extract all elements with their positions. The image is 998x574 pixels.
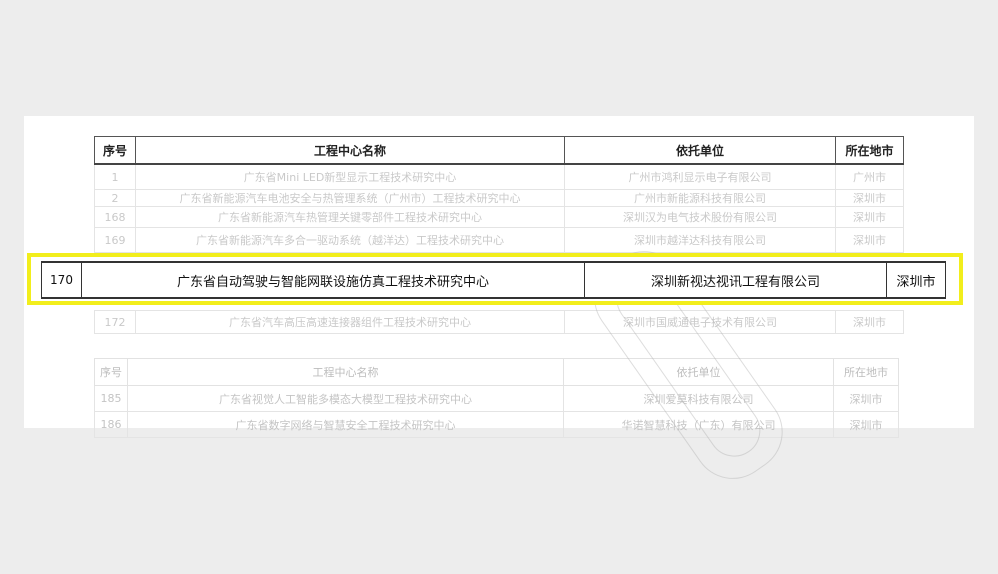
cell-city: 广州市 — [835, 163, 904, 190]
cell-name: 广东省汽车高压高速连接器组件工程技术研究中心 — [135, 310, 565, 334]
highlighted-row-box: 170 广东省自动驾驶与智能网联设施仿真工程技术研究中心 深圳新视达视讯工程有限… — [27, 253, 963, 305]
header-unit: 依托单位 — [564, 136, 836, 165]
cell-no: 185 — [94, 385, 128, 412]
cell-city: 深圳市 — [833, 385, 899, 412]
cell-name: 广东省新能源汽车多合一驱动系统（越洋达）工程技术研究中心 — [135, 227, 565, 253]
header-city: 所在地市 — [833, 358, 899, 386]
table-row: 169 广东省新能源汽车多合一驱动系统（越洋达）工程技术研究中心 深圳市越洋达科… — [94, 227, 904, 253]
cell-name: 广东省Mini LED新型显示工程技术研究中心 — [135, 163, 565, 190]
cell-unit: 深圳汉为电气技术股份有限公司 — [564, 206, 836, 228]
cell-name: 广东省自动驾驶与智能网联设施仿真工程技术研究中心 — [81, 261, 585, 299]
cell-unit: 深圳新视达视讯工程有限公司 — [584, 261, 887, 299]
cell-city: 深圳市 — [835, 227, 904, 253]
cell-unit: 广州市鸿利显示电子有限公司 — [564, 163, 836, 190]
cell-city: 深圳市 — [835, 189, 904, 207]
table-row: 186 广东省数字网络与智慧安全工程技术研究中心 华诺智慧科技（广东）有限公司 … — [94, 411, 899, 438]
cell-name: 广东省数字网络与智慧安全工程技术研究中心 — [127, 411, 564, 438]
header-no: 序号 — [94, 136, 136, 165]
cell-no: 168 — [94, 206, 136, 228]
cell-name: 广东省新能源汽车热管理关键零部件工程技术研究中心 — [135, 206, 565, 228]
highlighted-row-table: 170 广东省自动驾驶与智能网联设施仿真工程技术研究中心 深圳新视达视讯工程有限… — [41, 261, 946, 299]
table-header-row: 序号 工程中心名称 依托单位 所在地市 — [94, 136, 904, 165]
cell-name: 广东省新能源汽车电池安全与热管理系统（广州市）工程技术研究中心 — [135, 189, 565, 207]
cell-no: 169 — [94, 227, 136, 253]
cell-unit: 广州市新能源科技有限公司 — [564, 189, 836, 207]
header-name: 工程中心名称 — [135, 136, 565, 165]
table-row: 172 广东省汽车高压高速连接器组件工程技术研究中心 深圳市国威通电子技术有限公… — [94, 310, 904, 334]
header-no: 序号 — [94, 358, 128, 386]
cell-no: 2 — [94, 189, 136, 207]
cell-name: 广东省视觉人工智能多模态大模型工程技术研究中心 — [127, 385, 564, 412]
cell-city: 深圳市 — [833, 411, 899, 438]
cell-no: 170 — [41, 261, 82, 299]
cell-unit: 华诺智慧科技（广东）有限公司 — [563, 411, 834, 438]
cell-unit: 深圳爱莫科技有限公司 — [563, 385, 834, 412]
cell-no: 172 — [94, 310, 136, 334]
cell-no: 186 — [94, 411, 128, 438]
highlighted-row: 170 广东省自动驾驶与智能网联设施仿真工程技术研究中心 深圳新视达视讯工程有限… — [41, 261, 946, 299]
table-row: 1 广东省Mini LED新型显示工程技术研究中心 广州市鸿利显示电子有限公司 … — [94, 163, 904, 190]
cell-unit: 深圳市国威通电子技术有限公司 — [564, 310, 836, 334]
table-header-row: 序号 工程中心名称 依托单位 所在地市 — [94, 358, 899, 386]
table-row: 168 广东省新能源汽车热管理关键零部件工程技术研究中心 深圳汉为电气技术股份有… — [94, 206, 904, 228]
header-city: 所在地市 — [835, 136, 904, 165]
table-row: 2 广东省新能源汽车电池安全与热管理系统（广州市）工程技术研究中心 广州市新能源… — [94, 189, 904, 207]
cell-city: 深圳市 — [835, 206, 904, 228]
row-after-highlight: 172 广东省汽车高压高速连接器组件工程技术研究中心 深圳市国威通电子技术有限公… — [94, 310, 904, 334]
header-name: 工程中心名称 — [127, 358, 564, 386]
header-unit: 依托单位 — [563, 358, 834, 386]
table-row: 185 广东省视觉人工智能多模态大模型工程技术研究中心 深圳爱莫科技有限公司 深… — [94, 385, 899, 412]
cell-no: 1 — [94, 163, 136, 190]
bottom-table: 序号 工程中心名称 依托单位 所在地市 185 广东省视觉人工智能多模态大模型工… — [94, 358, 899, 438]
cell-city: 深圳市 — [886, 261, 946, 299]
cell-unit: 深圳市越洋达科技有限公司 — [564, 227, 836, 253]
cell-city: 深圳市 — [835, 310, 904, 334]
top-table: 序号 工程中心名称 依托单位 所在地市 1 广东省Mini LED新型显示工程技… — [94, 136, 904, 253]
